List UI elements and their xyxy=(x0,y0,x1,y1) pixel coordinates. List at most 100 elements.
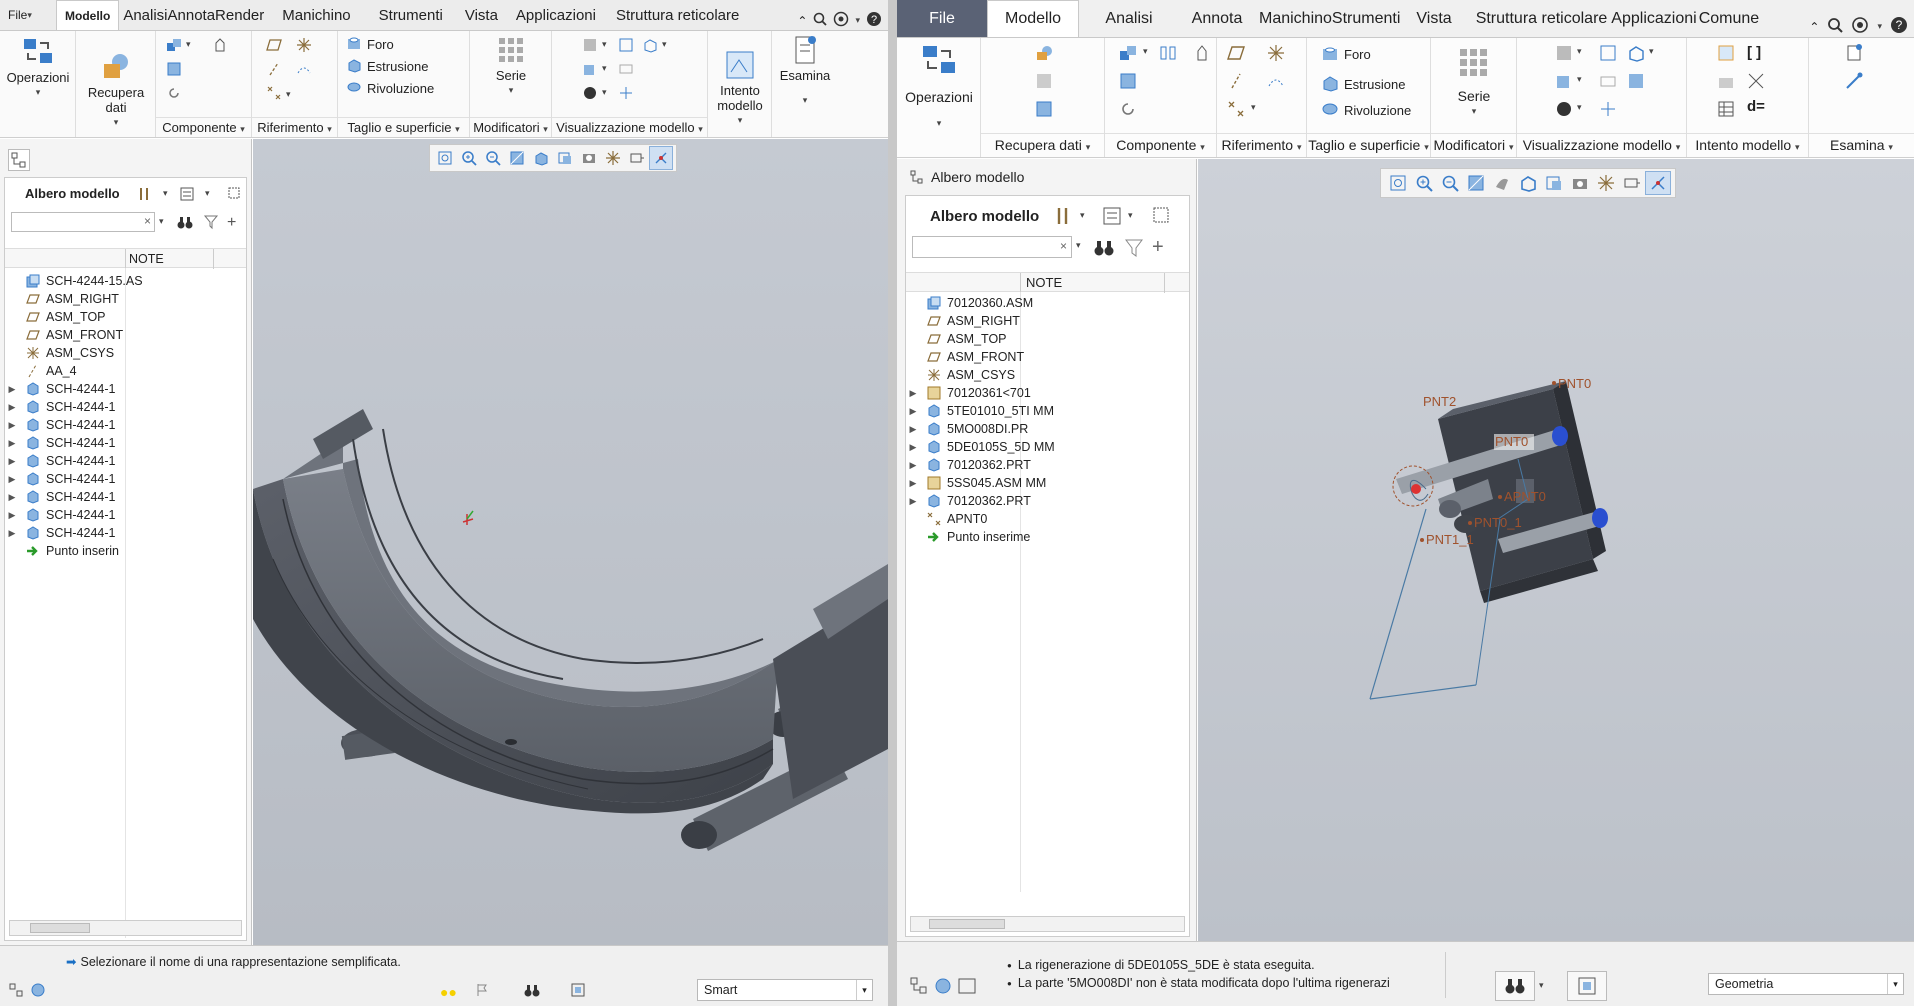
point-label-pnt0[interactable]: PNT0 xyxy=(1558,376,1591,391)
explode-icon[interactable] xyxy=(1555,72,1571,88)
manage-views-icon[interactable] xyxy=(1555,44,1571,60)
settings-icon[interactable] xyxy=(833,11,849,30)
regenerate-icon[interactable] xyxy=(166,85,182,101)
tab-applicazioni[interactable]: Applicazioni xyxy=(1611,0,1696,37)
settings-icon[interactable] xyxy=(1851,16,1869,37)
point-label-apnt0[interactable]: APNT0 xyxy=(1504,489,1546,504)
tab-comune[interactable]: Comune xyxy=(1697,0,1761,37)
operazioni-button[interactable]: Operazioni ▾ xyxy=(899,42,979,132)
group-label-modificatori[interactable]: Modificatori ▾ xyxy=(470,117,551,137)
expand-arrow-icon[interactable]: ▶ xyxy=(5,402,19,413)
family-table-icon[interactable] xyxy=(1717,72,1733,88)
find-options-icon[interactable]: ▾ xyxy=(1539,980,1544,991)
tab-struttura-reticolare[interactable]: Struttura reticolare xyxy=(606,0,749,30)
expand-arrow-icon[interactable]: ▶ xyxy=(906,496,920,507)
group-label-visualizzazione[interactable]: Visualizzazione modello ▾ xyxy=(1517,133,1686,157)
tab-modello[interactable]: Modello xyxy=(987,0,1079,37)
expand-arrow-icon[interactable]: ▶ xyxy=(5,474,19,485)
estrusione-button[interactable]: Estrusione xyxy=(346,57,428,76)
filter-icon[interactable] xyxy=(1124,238,1144,258)
search-icon[interactable] xyxy=(813,12,828,29)
section-icon[interactable] xyxy=(1599,44,1616,61)
orient-icon[interactable] xyxy=(1599,100,1615,116)
tree-toggle-icon[interactable] xyxy=(8,982,24,998)
datum-axis-icon[interactable] xyxy=(1227,72,1243,89)
group-label-riferimento[interactable]: Riferimento ▾ xyxy=(252,117,337,137)
esamina-button[interactable]: Esamina ▾ xyxy=(774,35,836,108)
estrusione-button[interactable]: Estrusione xyxy=(1321,74,1405,95)
measure-icon[interactable] xyxy=(1845,72,1863,89)
datum-point-icon[interactable] xyxy=(1227,100,1244,117)
tab-modello[interactable]: Modello xyxy=(56,0,120,30)
tree-horizontal-scrollbar[interactable] xyxy=(910,916,1185,932)
tree-search-input[interactable]: × xyxy=(912,236,1072,258)
tree-item[interactable]: Punto inserin xyxy=(5,540,246,562)
chevron-up-icon[interactable]: ⌃ xyxy=(797,14,807,28)
help-icon[interactable]: ? xyxy=(1890,16,1908,37)
help-icon[interactable]: ? xyxy=(866,11,882,30)
search-options-icon[interactable]: ▾ xyxy=(159,216,164,227)
datum-axis-icon[interactable] xyxy=(266,61,282,77)
model-intent-icon[interactable] xyxy=(1717,44,1734,61)
column-header-note[interactable]: NOTE xyxy=(129,252,164,266)
point-label-pnt1-1[interactable]: PNT1_1 xyxy=(1426,532,1474,547)
tab-manichino-strumenti[interactable]: ManichinoStrumenti xyxy=(1255,0,1404,37)
selection-icon[interactable] xyxy=(570,982,586,998)
group-label-componente[interactable]: Componente ▾ xyxy=(156,117,251,137)
datum-plane-icon[interactable] xyxy=(266,37,282,53)
expand-arrow-icon[interactable]: ▶ xyxy=(906,478,920,489)
expand-arrow-icon[interactable]: ▶ xyxy=(906,442,920,453)
expand-arrow-icon[interactable]: ▶ xyxy=(5,492,19,503)
mirror-component-icon[interactable] xyxy=(1159,44,1176,60)
relations-icon[interactable]: d= xyxy=(1747,98,1765,115)
group-label-modificatori[interactable]: Modificatori ▾ xyxy=(1431,133,1516,157)
expand-arrow-icon[interactable]: ▶ xyxy=(5,528,19,539)
expand-arrow-icon[interactable]: ▶ xyxy=(906,388,920,399)
inspect-icon[interactable] xyxy=(1845,44,1862,61)
intento-modello-button[interactable]: Intento modello ▾ xyxy=(708,35,772,143)
browser-toggle-icon[interactable] xyxy=(30,982,46,998)
serie-button[interactable]: Serie ▾ xyxy=(478,35,544,98)
find-icon[interactable] xyxy=(524,982,540,998)
operazioni-button[interactable]: Operazioni ▾ xyxy=(4,35,72,100)
sketch-icon[interactable] xyxy=(1267,72,1284,88)
selection-filter-dropdown[interactable]: Smart ▾ xyxy=(697,979,873,1001)
tree-settings-icon[interactable] xyxy=(137,186,153,202)
point-label-pnt2[interactable]: PNT2 xyxy=(1423,394,1456,409)
add-column-icon[interactable]: + xyxy=(227,214,243,231)
selection-button[interactable] xyxy=(1567,971,1607,1001)
expand-arrow-icon[interactable]: ▶ xyxy=(5,456,19,467)
flag-icon[interactable] xyxy=(474,982,490,998)
browser-toggle-icon[interactable] xyxy=(933,976,953,996)
coordinate-system-icon[interactable] xyxy=(1267,44,1284,61)
tree-horizontal-scrollbar[interactable] xyxy=(9,920,242,936)
clear-icon[interactable]: × xyxy=(144,214,151,228)
tab-analisi-annota-render[interactable]: AnalisiAnnotaRender xyxy=(119,0,268,30)
switch-dimensions-icon[interactable] xyxy=(1747,72,1764,89)
selection-filter-dropdown[interactable]: Geometria ▾ xyxy=(1708,973,1904,995)
sketch-icon[interactable] xyxy=(296,61,312,77)
datum-plane-icon[interactable] xyxy=(1227,44,1245,60)
assemble-icon[interactable] xyxy=(1119,44,1136,60)
tab-applicazioni[interactable]: Applicazioni xyxy=(506,0,606,30)
display-style-icon[interactable] xyxy=(1627,44,1644,62)
chevron-down-icon[interactable]: ▾ xyxy=(1877,21,1882,32)
foro-button[interactable]: Foro xyxy=(346,35,394,54)
group-label-recupera-dati[interactable]: Recupera dati ▾ xyxy=(981,133,1104,157)
tab-analisi[interactable]: Analisi xyxy=(1079,0,1179,37)
coordinate-system-icon[interactable] xyxy=(296,37,312,53)
group-label-taglio[interactable]: Taglio e superficie ▾ xyxy=(338,117,469,137)
find-button[interactable] xyxy=(1495,971,1535,1001)
drag-component-icon[interactable] xyxy=(212,37,228,53)
tree-search-input[interactable]: × xyxy=(11,212,155,232)
search-icon[interactable] xyxy=(1827,17,1844,36)
display-style-icon[interactable] xyxy=(642,37,658,53)
binoculars-icon[interactable] xyxy=(177,214,193,230)
point-label-pnt0-1[interactable]: PNT0_1 xyxy=(1474,515,1522,530)
create-component-icon[interactable] xyxy=(1119,72,1136,89)
chevron-down-icon[interactable]: ▾ xyxy=(855,15,860,26)
tab-manichino[interactable]: Manichino xyxy=(268,0,364,30)
group-label-intento[interactable]: Intento modello ▾ xyxy=(1687,133,1808,157)
tree-item[interactable]: Punto inserime xyxy=(906,526,1189,548)
tab-file[interactable]: File ▾ xyxy=(0,0,56,30)
